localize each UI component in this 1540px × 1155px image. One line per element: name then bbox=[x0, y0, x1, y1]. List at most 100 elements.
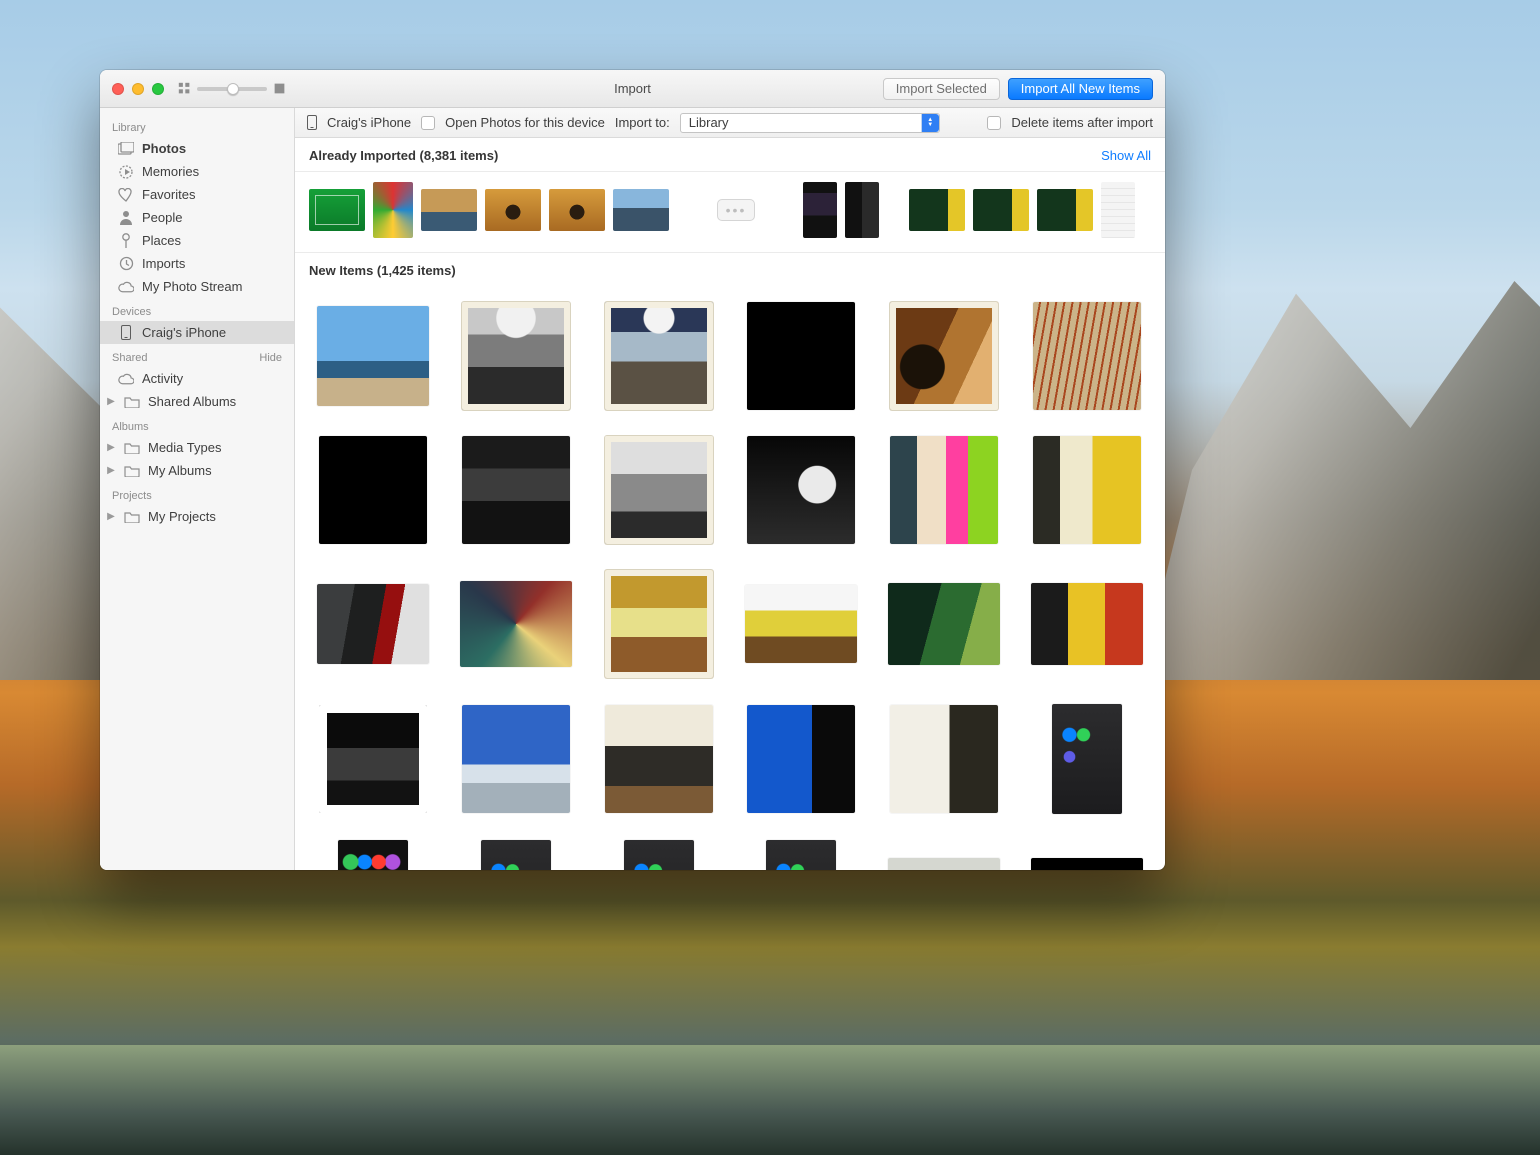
disclosure-triangle-icon[interactable]: ▶ bbox=[106, 442, 116, 453]
sidebar-item-label: Photos bbox=[142, 141, 186, 156]
sidebar-item-favorites[interactable]: Favorites bbox=[100, 183, 294, 206]
sidebar-hide-button[interactable]: Hide bbox=[259, 352, 282, 364]
delete-after-checkbox[interactable] bbox=[987, 116, 1001, 130]
new-items-header: New Items (1,425 items) bbox=[295, 253, 1165, 286]
sidebar-item-my-projects[interactable]: ▶ My Projects bbox=[100, 505, 294, 528]
photo-thumbnail[interactable] bbox=[605, 302, 713, 410]
photo-thumbnail[interactable] bbox=[319, 705, 427, 813]
photo-thumbnail[interactable] bbox=[1031, 583, 1143, 665]
clock-icon bbox=[118, 256, 134, 272]
photo-thumbnail[interactable] bbox=[766, 840, 836, 870]
photo-thumbnail[interactable] bbox=[803, 182, 837, 238]
device-name-label: Craig's iPhone bbox=[327, 115, 411, 130]
photo-thumbnail[interactable] bbox=[888, 858, 1000, 870]
photo-thumbnail[interactable] bbox=[890, 436, 998, 544]
wallpaper-lake bbox=[0, 1045, 1540, 1155]
delete-after-label: Delete items after import bbox=[1011, 115, 1153, 130]
photos-icon bbox=[118, 141, 134, 157]
sidebar-item-photos[interactable]: Photos bbox=[100, 137, 294, 160]
photo-thumbnail[interactable] bbox=[485, 189, 541, 231]
sidebar-item-people[interactable]: People bbox=[100, 206, 294, 229]
photo-thumbnail[interactable] bbox=[462, 705, 570, 813]
cloud-icon bbox=[118, 279, 134, 295]
show-all-link[interactable]: Show All bbox=[1101, 148, 1151, 163]
sidebar-item-label: Imports bbox=[142, 256, 185, 271]
open-photos-checkbox[interactable] bbox=[421, 116, 435, 130]
sidebar-item-label: Places bbox=[142, 233, 181, 248]
iphone-icon bbox=[118, 325, 134, 341]
photo-thumbnail[interactable] bbox=[909, 189, 965, 231]
sidebar-item-media-types[interactable]: ▶ Media Types bbox=[100, 436, 294, 459]
photo-thumbnail[interactable] bbox=[747, 705, 855, 813]
photo-thumbnail[interactable] bbox=[747, 302, 855, 410]
photo-thumbnail[interactable] bbox=[605, 570, 713, 678]
photo-thumbnail[interactable] bbox=[745, 585, 857, 663]
new-items-grid bbox=[295, 286, 1165, 870]
sidebar-item-imports[interactable]: Imports bbox=[100, 252, 294, 275]
photo-thumbnail[interactable] bbox=[1052, 704, 1122, 814]
wallpaper-mountain bbox=[1140, 260, 1540, 680]
folder-icon bbox=[124, 394, 140, 410]
photo-thumbnail[interactable] bbox=[890, 705, 998, 813]
photo-thumbnail[interactable] bbox=[1033, 436, 1141, 544]
more-photos-indicator[interactable]: ••• bbox=[717, 199, 755, 221]
photo-thumbnail[interactable] bbox=[462, 302, 570, 410]
photo-thumbnail[interactable] bbox=[309, 189, 365, 231]
main-content: Craig's iPhone Open Photos for this devi… bbox=[295, 108, 1165, 870]
photo-thumbnail[interactable] bbox=[747, 436, 855, 544]
sidebar-item-my-albums[interactable]: ▶ My Albums bbox=[100, 459, 294, 482]
close-button[interactable] bbox=[112, 83, 124, 95]
sidebar-item-memories[interactable]: Memories bbox=[100, 160, 294, 183]
section-title: New Items (1,425 items) bbox=[309, 263, 456, 278]
photo-thumbnail[interactable] bbox=[890, 302, 998, 410]
import-to-label: Import to: bbox=[615, 115, 670, 130]
sidebar-header-shared: Shared Hide bbox=[100, 344, 294, 367]
folder-icon bbox=[124, 463, 140, 479]
sidebar-header-projects: Projects bbox=[100, 482, 294, 505]
disclosure-triangle-icon[interactable]: ▶ bbox=[106, 465, 116, 476]
photo-thumbnail[interactable] bbox=[317, 306, 429, 406]
photo-thumbnail[interactable] bbox=[845, 182, 879, 238]
photo-thumbnail[interactable] bbox=[1031, 858, 1143, 870]
photo-thumbnail[interactable] bbox=[462, 436, 570, 544]
photo-thumbnail[interactable] bbox=[624, 840, 694, 870]
photo-thumbnail[interactable] bbox=[338, 840, 408, 870]
sidebar-item-shared-albums[interactable]: ▶ Shared Albums bbox=[100, 390, 294, 413]
disclosure-triangle-icon[interactable]: ▶ bbox=[106, 396, 116, 407]
minimize-button[interactable] bbox=[132, 83, 144, 95]
import-to-select[interactable]: Library ▲▼ bbox=[680, 113, 940, 133]
sidebar-item-label: People bbox=[142, 210, 182, 225]
photo-thumbnail[interactable] bbox=[1033, 302, 1141, 410]
import-all-button[interactable]: Import All New Items bbox=[1008, 78, 1153, 100]
photo-thumbnail[interactable] bbox=[373, 182, 413, 238]
scroll-area[interactable]: Already Imported (8,381 items) Show All … bbox=[295, 138, 1165, 870]
photo-thumbnail[interactable] bbox=[1101, 182, 1135, 238]
sidebar-item-label: Media Types bbox=[148, 440, 221, 455]
photo-thumbnail[interactable] bbox=[319, 436, 427, 544]
import-selected-button[interactable]: Import Selected bbox=[883, 78, 1000, 100]
sidebar-item-photostream[interactable]: My Photo Stream bbox=[100, 275, 294, 298]
disclosure-triangle-icon[interactable]: ▶ bbox=[106, 511, 116, 522]
sidebar-item-label: Shared Albums bbox=[148, 394, 236, 409]
photo-thumbnail[interactable] bbox=[317, 584, 429, 664]
photo-thumbnail[interactable] bbox=[888, 583, 1000, 665]
photo-thumbnail[interactable] bbox=[973, 189, 1029, 231]
sidebar-item-activity[interactable]: Activity bbox=[100, 367, 294, 390]
grid-small-icon bbox=[178, 82, 191, 95]
photo-thumbnail[interactable] bbox=[605, 436, 713, 544]
photo-thumbnail[interactable] bbox=[549, 189, 605, 231]
heart-icon bbox=[118, 187, 134, 203]
photo-thumbnail[interactable] bbox=[481, 840, 551, 870]
thumbnail-zoom-slider[interactable] bbox=[178, 82, 286, 95]
photo-thumbnail[interactable] bbox=[421, 189, 477, 231]
photo-thumbnail[interactable] bbox=[460, 581, 572, 667]
photo-thumbnail[interactable] bbox=[1037, 189, 1093, 231]
photo-thumbnail[interactable] bbox=[613, 189, 669, 231]
folder-icon bbox=[124, 509, 140, 525]
photo-thumbnail[interactable] bbox=[605, 705, 713, 813]
sidebar-item-places[interactable]: Places bbox=[100, 229, 294, 252]
sidebar-item-device-iphone[interactable]: Craig's iPhone bbox=[100, 321, 294, 344]
sidebar-item-label: Memories bbox=[142, 164, 199, 179]
select-arrows-icon: ▲▼ bbox=[921, 114, 939, 132]
fullscreen-button[interactable] bbox=[152, 83, 164, 95]
